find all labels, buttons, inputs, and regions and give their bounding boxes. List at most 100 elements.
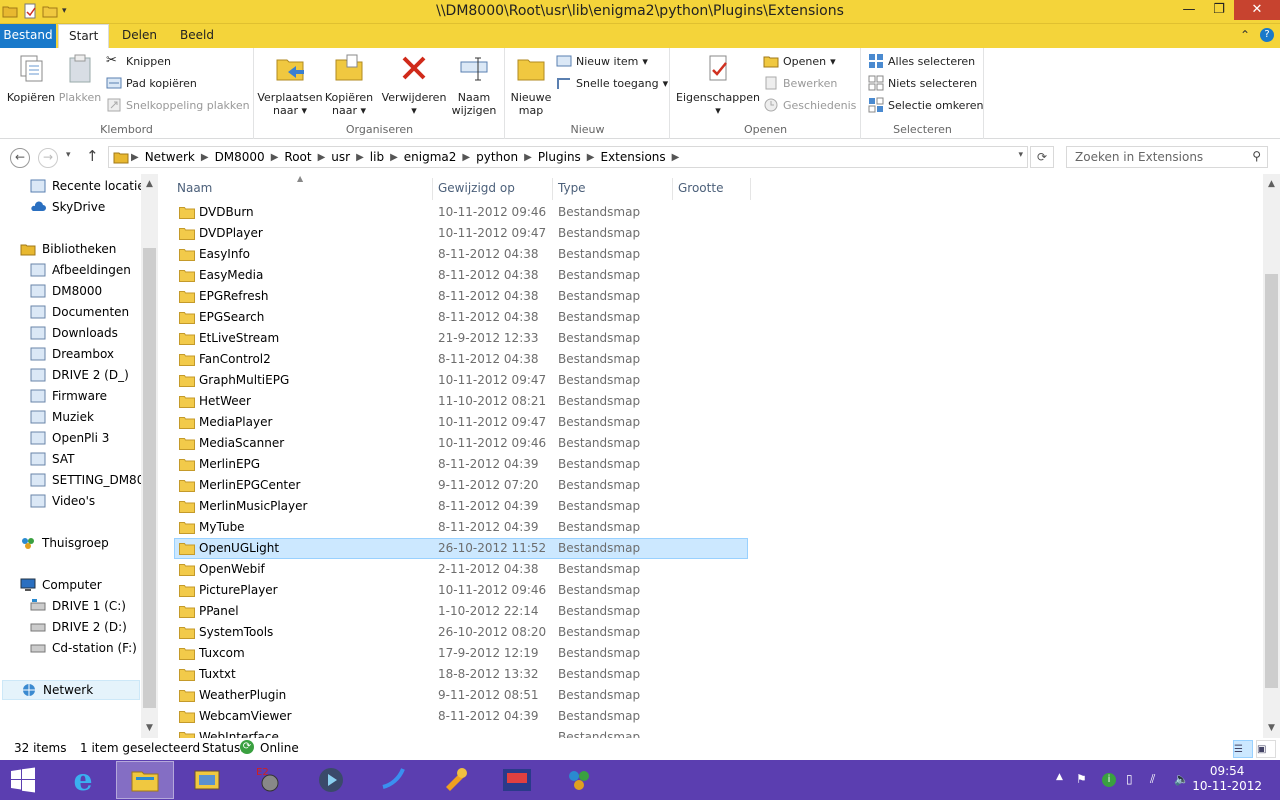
breadcrumb-separator[interactable]: ▶ <box>129 152 141 163</box>
nav-homegroup[interactable]: Thuisgroep <box>20 533 109 553</box>
column-header-type[interactable]: Type <box>558 178 586 202</box>
move-to-button[interactable]: Verplaatsen naar ▾ <box>257 52 323 117</box>
breadcrumb-item[interactable]: Plugins <box>534 150 585 164</box>
nav-library-item[interactable]: Muziek <box>30 407 94 427</box>
breadcrumb-item[interactable]: usr <box>327 150 354 164</box>
tab-share[interactable]: Delen <box>112 24 167 48</box>
help-icon[interactable]: ? <box>1260 28 1274 42</box>
nav-library-item[interactable]: SAT <box>30 449 74 469</box>
taskbar-app-3[interactable] <box>302 761 360 799</box>
info-tray-icon[interactable]: i <box>1102 773 1116 787</box>
delete-button[interactable]: Verwijderen ▾ <box>381 52 447 117</box>
nav-libraries[interactable]: Bibliotheken <box>20 239 116 259</box>
new-folder-button[interactable]: Nieuwe map <box>508 52 554 117</box>
nav-library-item[interactable]: Downloads <box>30 323 118 343</box>
table-row[interactable]: DVDBurn 10-11-2012 09:46 Bestandsmap <box>174 202 748 223</box>
table-row[interactable]: MerlinEPGCenter 9-11-2012 07:20 Bestandsma… <box>174 475 748 496</box>
table-row[interactable]: WeatherPlugin 9-11-2012 08:51 Bestandsmap <box>174 685 748 706</box>
table-row[interactable]: MediaPlayer 10-11-2012 09:47 Bestandsmap <box>174 412 748 433</box>
minimize-button[interactable]: — <box>1174 0 1204 20</box>
breadcrumb-item[interactable]: enigma2 <box>400 150 461 164</box>
breadcrumb-item[interactable]: Extensions <box>597 150 670 164</box>
breadcrumb-separator[interactable]: ▶ <box>316 152 328 163</box>
table-row[interactable]: FanControl2 8-11-2012 04:38 Bestandsmap <box>174 349 748 370</box>
clock[interactable]: 09:54 10-11-2012 <box>1192 764 1262 794</box>
network-signal-icon[interactable]: ⫽ <box>1150 772 1155 787</box>
table-row[interactable]: GraphMultiEPG 10-11-2012 09:47 Bestandsmap <box>174 370 748 391</box>
nav-library-item[interactable]: Afbeeldingen <box>30 260 131 280</box>
taskbar-app-6[interactable] <box>488 761 546 799</box>
device-tray-icon[interactable]: ▯ <box>1126 772 1133 786</box>
forward-button[interactable]: → <box>38 148 58 168</box>
breadcrumb-separator[interactable]: ▶ <box>354 152 366 163</box>
breadcrumb-item[interactable]: DM8000 <box>211 150 269 164</box>
copy-to-button[interactable]: Kopiëren naar ▾ <box>321 52 377 117</box>
column-header-modified[interactable]: Gewijzigd op <box>438 178 515 202</box>
back-button[interactable]: ← <box>10 148 30 168</box>
scroll-down-arrow-icon[interactable]: ▼ <box>141 720 158 737</box>
table-row[interactable]: MerlinMusicPlayer 8-11-2012 04:39 Bestands… <box>174 496 748 517</box>
table-row[interactable]: MediaScanner 10-11-2012 09:46 Bestandsmap <box>174 433 748 454</box>
invert-selection-button[interactable]: Selectie omkeren <box>868 96 983 114</box>
breadcrumb-separator[interactable]: ▶ <box>522 152 534 163</box>
nav-library-item[interactable]: SETTING_DM800 <box>30 470 152 490</box>
column-divider[interactable] <box>672 178 673 200</box>
nav-library-item[interactable]: Firmware <box>30 386 107 406</box>
history-button[interactable]: Geschiedenis <box>763 96 856 114</box>
table-row[interactable]: EPGRefresh 8-11-2012 04:38 Bestandsmap <box>174 286 748 307</box>
tab-view[interactable]: Beeld <box>170 24 224 48</box>
content-scrollbar-thumb[interactable] <box>1265 274 1278 688</box>
open-button[interactable]: Openen ▾ <box>763 52 836 70</box>
paste-shortcut-button[interactable]: Snelkoppeling plakken <box>106 96 250 114</box>
new-item-button[interactable]: Nieuw item ▾ <box>556 52 648 70</box>
select-none-button[interactable]: Niets selecteren <box>868 74 977 92</box>
show-hidden-icons-icon[interactable]: ▲ <box>1056 772 1063 782</box>
table-row[interactable]: PicturePlayer 10-11-2012 09:46 Bestandsmap <box>174 580 748 601</box>
column-divider[interactable] <box>552 178 553 200</box>
breadcrumb-separator[interactable]: ▶ <box>388 152 400 163</box>
search-input[interactable]: Zoeken in Extensions ⚲ <box>1066 146 1268 168</box>
nav-computer[interactable]: Computer <box>20 575 102 595</box>
breadcrumb-item[interactable]: python <box>472 150 522 164</box>
breadcrumb[interactable]: ▶ Netwerk ▶ DM8000 ▶ Root ▶ usr ▶ lib ▶ enigma2 ▶ py… <box>108 146 1028 168</box>
breadcrumb-separator[interactable]: ▶ <box>199 152 211 163</box>
easy-access-button[interactable]: Snelle toegang ▾ <box>556 74 668 92</box>
table-row[interactable]: HetWeer 11-10-2012 08:21 Bestandsmap <box>174 391 748 412</box>
nav-recent[interactable]: Recente locaties <box>30 176 151 196</box>
volume-icon[interactable]: 🔈 <box>1174 772 1189 786</box>
taskbar-app-1[interactable] <box>178 761 236 799</box>
breadcrumb-separator[interactable]: ▶ <box>585 152 597 163</box>
nav-skydrive[interactable]: SkyDrive <box>30 197 105 217</box>
table-row[interactable]: EtLiveStream 21-9-2012 12:33 Bestandsmap <box>174 328 748 349</box>
table-row[interactable]: OpenUGLight 26-10-2012 11:52 Bestandsmap <box>174 538 748 559</box>
paste-button[interactable]: Plakken <box>58 52 102 104</box>
properties-button[interactable]: Eigenschappen ▾ <box>675 52 761 117</box>
up-arrow-icon[interactable]: ↑ <box>86 147 99 165</box>
recent-dropdown-icon[interactable]: ▾ <box>66 150 71 160</box>
taskbar-explorer[interactable] <box>116 761 174 799</box>
nav-drive-item[interactable]: DRIVE 2 (D:) <box>30 617 127 637</box>
table-row[interactable]: OpenWebif 2-11-2012 04:38 Bestandsmap <box>174 559 748 580</box>
table-row[interactable]: SystemTools 26-10-2012 08:20 Bestandsmap <box>174 622 748 643</box>
content-scrollbar[interactable]: ▲ ▼ <box>1263 174 1280 738</box>
chevron-up-icon[interactable]: ⌃ <box>1240 28 1250 42</box>
table-row[interactable]: EasyMedia 8-11-2012 04:38 Bestandsmap <box>174 265 748 286</box>
table-row[interactable]: Tuxcom 17-9-2012 12:19 Bestandsmap <box>174 643 748 664</box>
nav-drive-item[interactable]: Cd-station (F:) <box>30 638 137 658</box>
start-button[interactable] <box>0 761 46 799</box>
select-all-button[interactable]: Alles selecteren <box>868 52 975 70</box>
large-icons-view-button[interactable]: ▣ <box>1256 740 1276 758</box>
table-row[interactable]: MyTube 8-11-2012 04:39 Bestandsmap <box>174 517 748 538</box>
table-row[interactable]: EasyInfo 8-11-2012 04:38 Bestandsmap <box>174 244 748 265</box>
cut-button[interactable]: ✂ Knippen <box>106 52 171 70</box>
column-divider[interactable] <box>432 178 433 200</box>
nav-library-item[interactable]: Dreambox <box>30 344 114 364</box>
table-row[interactable]: EPGSearch 8-11-2012 04:38 Bestandsmap <box>174 307 748 328</box>
table-row[interactable]: DVDPlayer 10-11-2012 09:47 Bestandsmap <box>174 223 748 244</box>
nav-library-item[interactable]: Documenten <box>30 302 129 322</box>
scroll-up-arrow-icon[interactable]: ▲ <box>1263 176 1280 193</box>
column-header-name[interactable]: Naam <box>177 178 212 202</box>
taskbar-app-4[interactable] <box>364 761 422 799</box>
taskbar-app-2[interactable]: E2 <box>240 761 298 799</box>
address-dropdown-icon[interactable]: ▾ <box>1018 150 1023 160</box>
